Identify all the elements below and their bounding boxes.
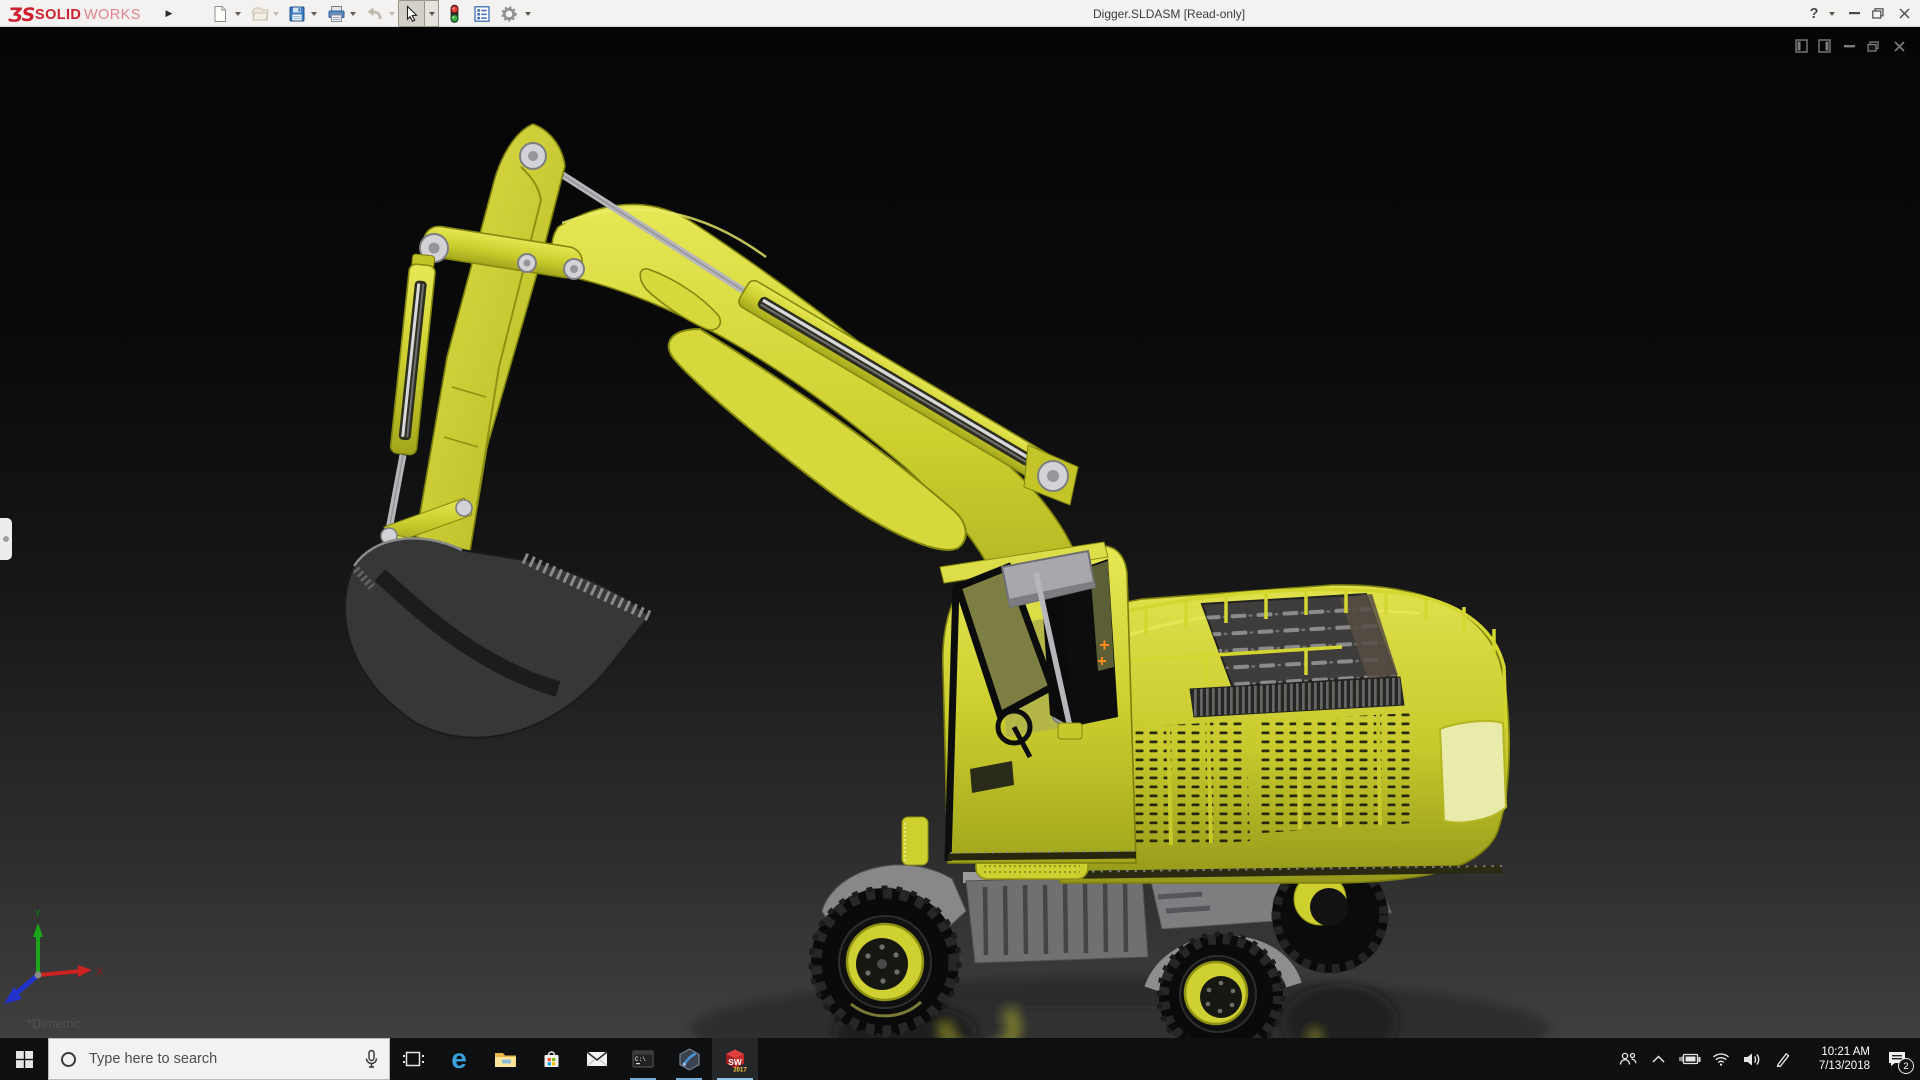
svg-text:SW: SW xyxy=(728,1057,743,1067)
save-icon xyxy=(289,6,305,21)
print-icon xyxy=(328,5,344,22)
taskbar-spacer xyxy=(758,1038,1612,1080)
print-dropdown[interactable] xyxy=(347,0,359,27)
help-button[interactable]: ? xyxy=(1804,0,1824,27)
viewport-restore-icon[interactable] xyxy=(1864,37,1882,55)
open-dropdown xyxy=(270,0,282,27)
volume-icon[interactable] xyxy=(1736,1038,1767,1080)
bucket-cylinder xyxy=(389,253,436,456)
windows-logo-icon xyxy=(15,1050,33,1068)
taskbar-app-mail[interactable] xyxy=(574,1038,620,1080)
open-folder-icon xyxy=(251,7,269,20)
microphone-icon[interactable] xyxy=(364,1049,379,1069)
digger-3d-model: Y X Z xyxy=(0,123,1550,1038)
logo-works: WORKS xyxy=(84,7,141,23)
svg-text:X: X xyxy=(96,966,104,978)
taskbar-search[interactable] xyxy=(48,1038,390,1080)
settings-gear-icon xyxy=(501,5,517,22)
clock-time: 10:21 AM xyxy=(1821,1046,1870,1058)
viewport-minimize-icon[interactable] xyxy=(1840,37,1858,55)
bucket xyxy=(343,537,652,739)
svg-text:C:\: C:\ xyxy=(635,1056,646,1063)
pane-left-icon[interactable] xyxy=(1792,37,1810,55)
svg-text:Y: Y xyxy=(34,908,42,920)
settings-button[interactable] xyxy=(497,0,521,27)
toolbar-flyout-arrow-icon[interactable]: ▶ xyxy=(160,0,178,27)
command-prompt-icon: C:\ xyxy=(632,1050,654,1068)
search-input[interactable] xyxy=(87,1050,364,1068)
battery-icon[interactable] xyxy=(1674,1038,1705,1080)
view-orientation-label: *Dimetric xyxy=(27,1017,81,1031)
wifi-icon[interactable] xyxy=(1705,1038,1736,1080)
open-button xyxy=(248,0,272,27)
undo-icon xyxy=(367,7,382,19)
solidworks-logo: ƷS SOLID WORKS xyxy=(8,1,158,26)
origin-triad: Y X Z xyxy=(0,908,104,1016)
close-icon xyxy=(1899,8,1909,19)
start-button[interactable] xyxy=(0,1038,48,1080)
taskbar-clock[interactable]: 10:21 AM 7/13/2018 xyxy=(1798,1038,1874,1080)
file-explorer-icon xyxy=(494,1052,516,1067)
logo-solid: SOLID xyxy=(35,7,81,23)
taskbar-app-solidworks-composer[interactable] xyxy=(666,1038,712,1080)
select-tool-button[interactable] xyxy=(398,0,425,27)
windows-taskbar: e C:\ xyxy=(0,1038,1920,1080)
close-button[interactable] xyxy=(1892,0,1916,27)
titlebar: ƷS SOLID WORKS ▶ Digger.SLDASM [Read-onl… xyxy=(0,0,1920,27)
pane-right-icon[interactable] xyxy=(1815,37,1833,55)
front-left-wheel xyxy=(808,885,962,1038)
clock-date: 7/13/2018 xyxy=(1818,1060,1870,1072)
minimize-button[interactable] xyxy=(1843,0,1865,27)
logo-mark: ƷS xyxy=(8,4,35,26)
mail-icon xyxy=(586,1051,608,1067)
svg-text:2017: 2017 xyxy=(733,1068,747,1073)
options-list-icon xyxy=(474,5,490,22)
settings-dropdown[interactable] xyxy=(522,0,534,27)
options-list-button[interactable] xyxy=(470,0,494,27)
svg-text:Z: Z xyxy=(0,1004,1,1016)
taskbar-app-solidworks-2017[interactable]: SW 2017 xyxy=(712,1038,758,1080)
task-view-icon xyxy=(402,1051,424,1067)
taskbar-app-edge[interactable]: e xyxy=(436,1038,482,1080)
task-view-button[interactable] xyxy=(390,1038,436,1080)
help-dropdown[interactable] xyxy=(1826,0,1838,27)
windows-ink-pen-icon[interactable] xyxy=(1767,1038,1798,1080)
select-cursor-icon xyxy=(406,4,418,22)
select-tool-dropdown[interactable] xyxy=(425,0,439,27)
cab xyxy=(901,541,1137,866)
new-document-dropdown[interactable] xyxy=(232,0,244,27)
edge-icon: e xyxy=(451,1043,467,1074)
graphics-viewport[interactable]: Y X Z *Dimetric xyxy=(0,27,1920,1038)
window-title: Digger.SLDASM [Read-only] xyxy=(1093,6,1246,21)
taskbar-app-file-explorer[interactable] xyxy=(482,1038,528,1080)
rebuild-button[interactable] xyxy=(444,0,464,27)
restore-icon xyxy=(1872,8,1884,19)
action-center-button[interactable]: 2 xyxy=(1874,1038,1920,1080)
viewport-close-icon[interactable] xyxy=(1890,37,1908,55)
new-document-icon xyxy=(214,5,226,22)
undo-dropdown xyxy=(386,0,398,27)
solidworks-2017-icon: SW 2017 xyxy=(726,1049,747,1073)
rebuild-stoplight-icon xyxy=(450,4,458,23)
save-dropdown[interactable] xyxy=(308,0,320,27)
new-document-button[interactable] xyxy=(208,0,232,27)
minimize-icon xyxy=(1848,12,1860,15)
print-button[interactable] xyxy=(324,0,348,27)
undo-button xyxy=(362,0,386,27)
restore-button[interactable] xyxy=(1867,0,1889,27)
people-icon[interactable] xyxy=(1612,1038,1643,1080)
feature-panel-collapse-tab[interactable] xyxy=(0,518,12,560)
dipper-arm xyxy=(415,123,566,552)
cortana-icon xyxy=(61,1051,76,1067)
save-button[interactable] xyxy=(285,0,309,27)
store-icon xyxy=(544,1051,558,1067)
notification-badge: 2 xyxy=(1898,1058,1914,1074)
tray-chevron-up-icon[interactable] xyxy=(1643,1038,1674,1080)
taskbar-app-store[interactable] xyxy=(528,1038,574,1080)
solidworks-composer-icon xyxy=(678,1047,700,1071)
taskbar-app-command-prompt[interactable]: C:\ xyxy=(620,1038,666,1080)
